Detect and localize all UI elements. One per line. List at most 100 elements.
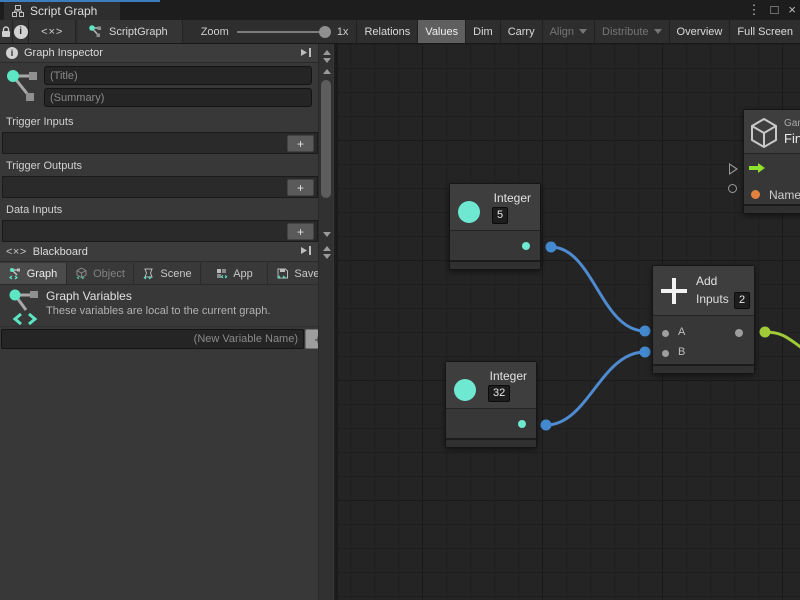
- external-value-port[interactable]: [728, 184, 737, 193]
- graph-variables-icon: [8, 288, 42, 326]
- trigger-outputs-label: Trigger Outputs: [6, 160, 82, 172]
- input-label-a: A: [678, 326, 685, 338]
- name-input-port[interactable]: [751, 190, 760, 199]
- node-footer: [653, 364, 754, 373]
- lock-icon: [1, 26, 11, 38]
- scrollbar-thumb[interactable]: [321, 80, 331, 198]
- node-subtitle: Game: [784, 118, 800, 129]
- integer-type-icon: [454, 379, 476, 401]
- zoom-label: Zoom: [201, 26, 229, 38]
- new-variable-name-input[interactable]: [1, 329, 304, 349]
- panel-scrollbar: [318, 44, 333, 600]
- scroll-up-icon[interactable]: [323, 69, 331, 74]
- blackboard-tab-bar: Graph Object Scene: [0, 263, 334, 285]
- popout-icon[interactable]: [300, 47, 312, 58]
- graph-summary-input[interactable]: [44, 88, 312, 107]
- add-icon: [661, 278, 687, 304]
- graph-name-label: ScriptGraph: [109, 26, 168, 38]
- graph-name-display[interactable]: ScriptGraph: [78, 20, 183, 43]
- node-title: Add: [696, 274, 717, 288]
- scroll-up-icon[interactable]: [323, 50, 331, 55]
- relations-button[interactable]: Relations: [356, 20, 417, 43]
- window-menu-icon[interactable]: ⋮: [748, 0, 761, 20]
- input-port-b[interactable]: [662, 350, 669, 357]
- data-inputs-list: +: [2, 220, 318, 242]
- graph-hierarchy-icon: [12, 5, 24, 17]
- graph-glyph-icon: [5, 66, 41, 106]
- scroll-down-icon[interactable]: [323, 232, 331, 237]
- node-add[interactable]: Add Inputs 2 A B: [652, 265, 755, 374]
- trigger-inputs-list: +: [2, 132, 318, 154]
- popout-icon[interactable]: [300, 245, 312, 256]
- zoom-value: 1x: [337, 26, 349, 38]
- window-controls: ⋮ □ ×: [748, 0, 796, 20]
- wire-endpoint[interactable]: [640, 326, 651, 337]
- graph-inspector-title: Graph Inspector: [24, 47, 103, 59]
- close-icon[interactable]: ×: [788, 0, 796, 20]
- tab-title: Script Graph: [30, 4, 97, 18]
- add-trigger-output-button[interactable]: +: [287, 179, 314, 196]
- wire-add-output[interactable]: [765, 332, 800, 348]
- scroll-down-icon[interactable]: [323, 254, 331, 259]
- add-trigger-input-button[interactable]: +: [287, 135, 314, 152]
- node-integer-32[interactable]: Integer 32: [445, 361, 537, 448]
- align-dropdown[interactable]: Align: [542, 20, 594, 43]
- zoom-slider[interactable]: [237, 31, 329, 33]
- tab-graph[interactable]: Graph: [0, 263, 67, 284]
- trigger-outputs-list: +: [2, 176, 318, 198]
- carry-button[interactable]: Carry: [500, 20, 542, 43]
- wire-integer32-to-add-b[interactable]: [546, 352, 645, 425]
- lock-button[interactable]: [0, 20, 13, 43]
- wire-integer5-to-add-a[interactable]: [551, 247, 645, 331]
- info-icon: i: [14, 25, 28, 39]
- graph-title-input[interactable]: [44, 66, 312, 85]
- wire-endpoint[interactable]: [546, 242, 557, 253]
- inputs-count-field[interactable]: 2: [734, 292, 750, 309]
- input-port-a[interactable]: [662, 330, 669, 337]
- script-graph-icon: [88, 24, 103, 39]
- values-button[interactable]: Values: [417, 20, 465, 43]
- dim-button[interactable]: Dim: [465, 20, 500, 43]
- graph-variables-description: These variables are local to the current…: [46, 305, 270, 317]
- distribute-dropdown[interactable]: Distribute: [594, 20, 668, 43]
- graph-canvas[interactable]: Integer 5 Integer 32 Add: [336, 44, 800, 600]
- edit-source-button[interactable]: <×>: [29, 20, 76, 43]
- scroll-down-icon[interactable]: [323, 58, 331, 63]
- node-gameobject-find[interactable]: Game Find Name: [743, 109, 800, 214]
- wire-endpoint[interactable]: [640, 347, 651, 358]
- node-integer-5[interactable]: Integer 5: [449, 183, 541, 270]
- side-panel: i Graph Inspector Trigger Inputs + Trigg…: [0, 44, 334, 600]
- graph-inspector-header: i Graph Inspector: [0, 44, 318, 63]
- scroll-up-icon[interactable]: [323, 246, 331, 251]
- integer-type-icon: [458, 201, 480, 223]
- chevron-down-icon: [654, 29, 662, 34]
- zoom-slider-handle[interactable]: [319, 26, 331, 38]
- external-trigger-port[interactable]: [729, 163, 738, 175]
- maximize-icon[interactable]: □: [771, 0, 779, 20]
- add-data-input-button[interactable]: +: [287, 223, 314, 240]
- inputs-label: Inputs: [696, 292, 729, 306]
- node-title: Integer: [494, 191, 531, 205]
- tab-app[interactable]: App: [201, 263, 268, 284]
- chevron-down-icon: [579, 29, 587, 34]
- tab-script-graph[interactable]: Script Graph: [4, 2, 120, 20]
- node-title: Integer: [490, 369, 527, 383]
- integer-value-field[interactable]: 5: [492, 207, 508, 224]
- zoom-control: Zoom 1x: [183, 20, 357, 43]
- port-label-name: Name: [769, 188, 800, 202]
- tab-object[interactable]: Object: [67, 263, 134, 284]
- full-screen-button[interactable]: Full Screen: [729, 20, 800, 43]
- output-port[interactable]: [518, 420, 526, 428]
- titlebar: Script Graph ⋮ □ ×: [0, 0, 800, 20]
- info-button[interactable]: i: [13, 20, 30, 43]
- tab-scene[interactable]: Scene: [134, 263, 201, 284]
- output-port[interactable]: [735, 329, 743, 337]
- overview-button[interactable]: Overview: [669, 20, 730, 43]
- wire-endpoint[interactable]: [541, 420, 552, 431]
- output-port[interactable]: [522, 242, 530, 250]
- integer-value-field[interactable]: 32: [488, 385, 510, 402]
- wire-endpoint[interactable]: [760, 327, 771, 338]
- graph-toolbar: i <×> ScriptGraph Zoom 1x Relations Valu…: [0, 20, 800, 44]
- blackboard-header: <×> Blackboard: [0, 242, 318, 262]
- blackboard-icon: <×>: [6, 246, 27, 258]
